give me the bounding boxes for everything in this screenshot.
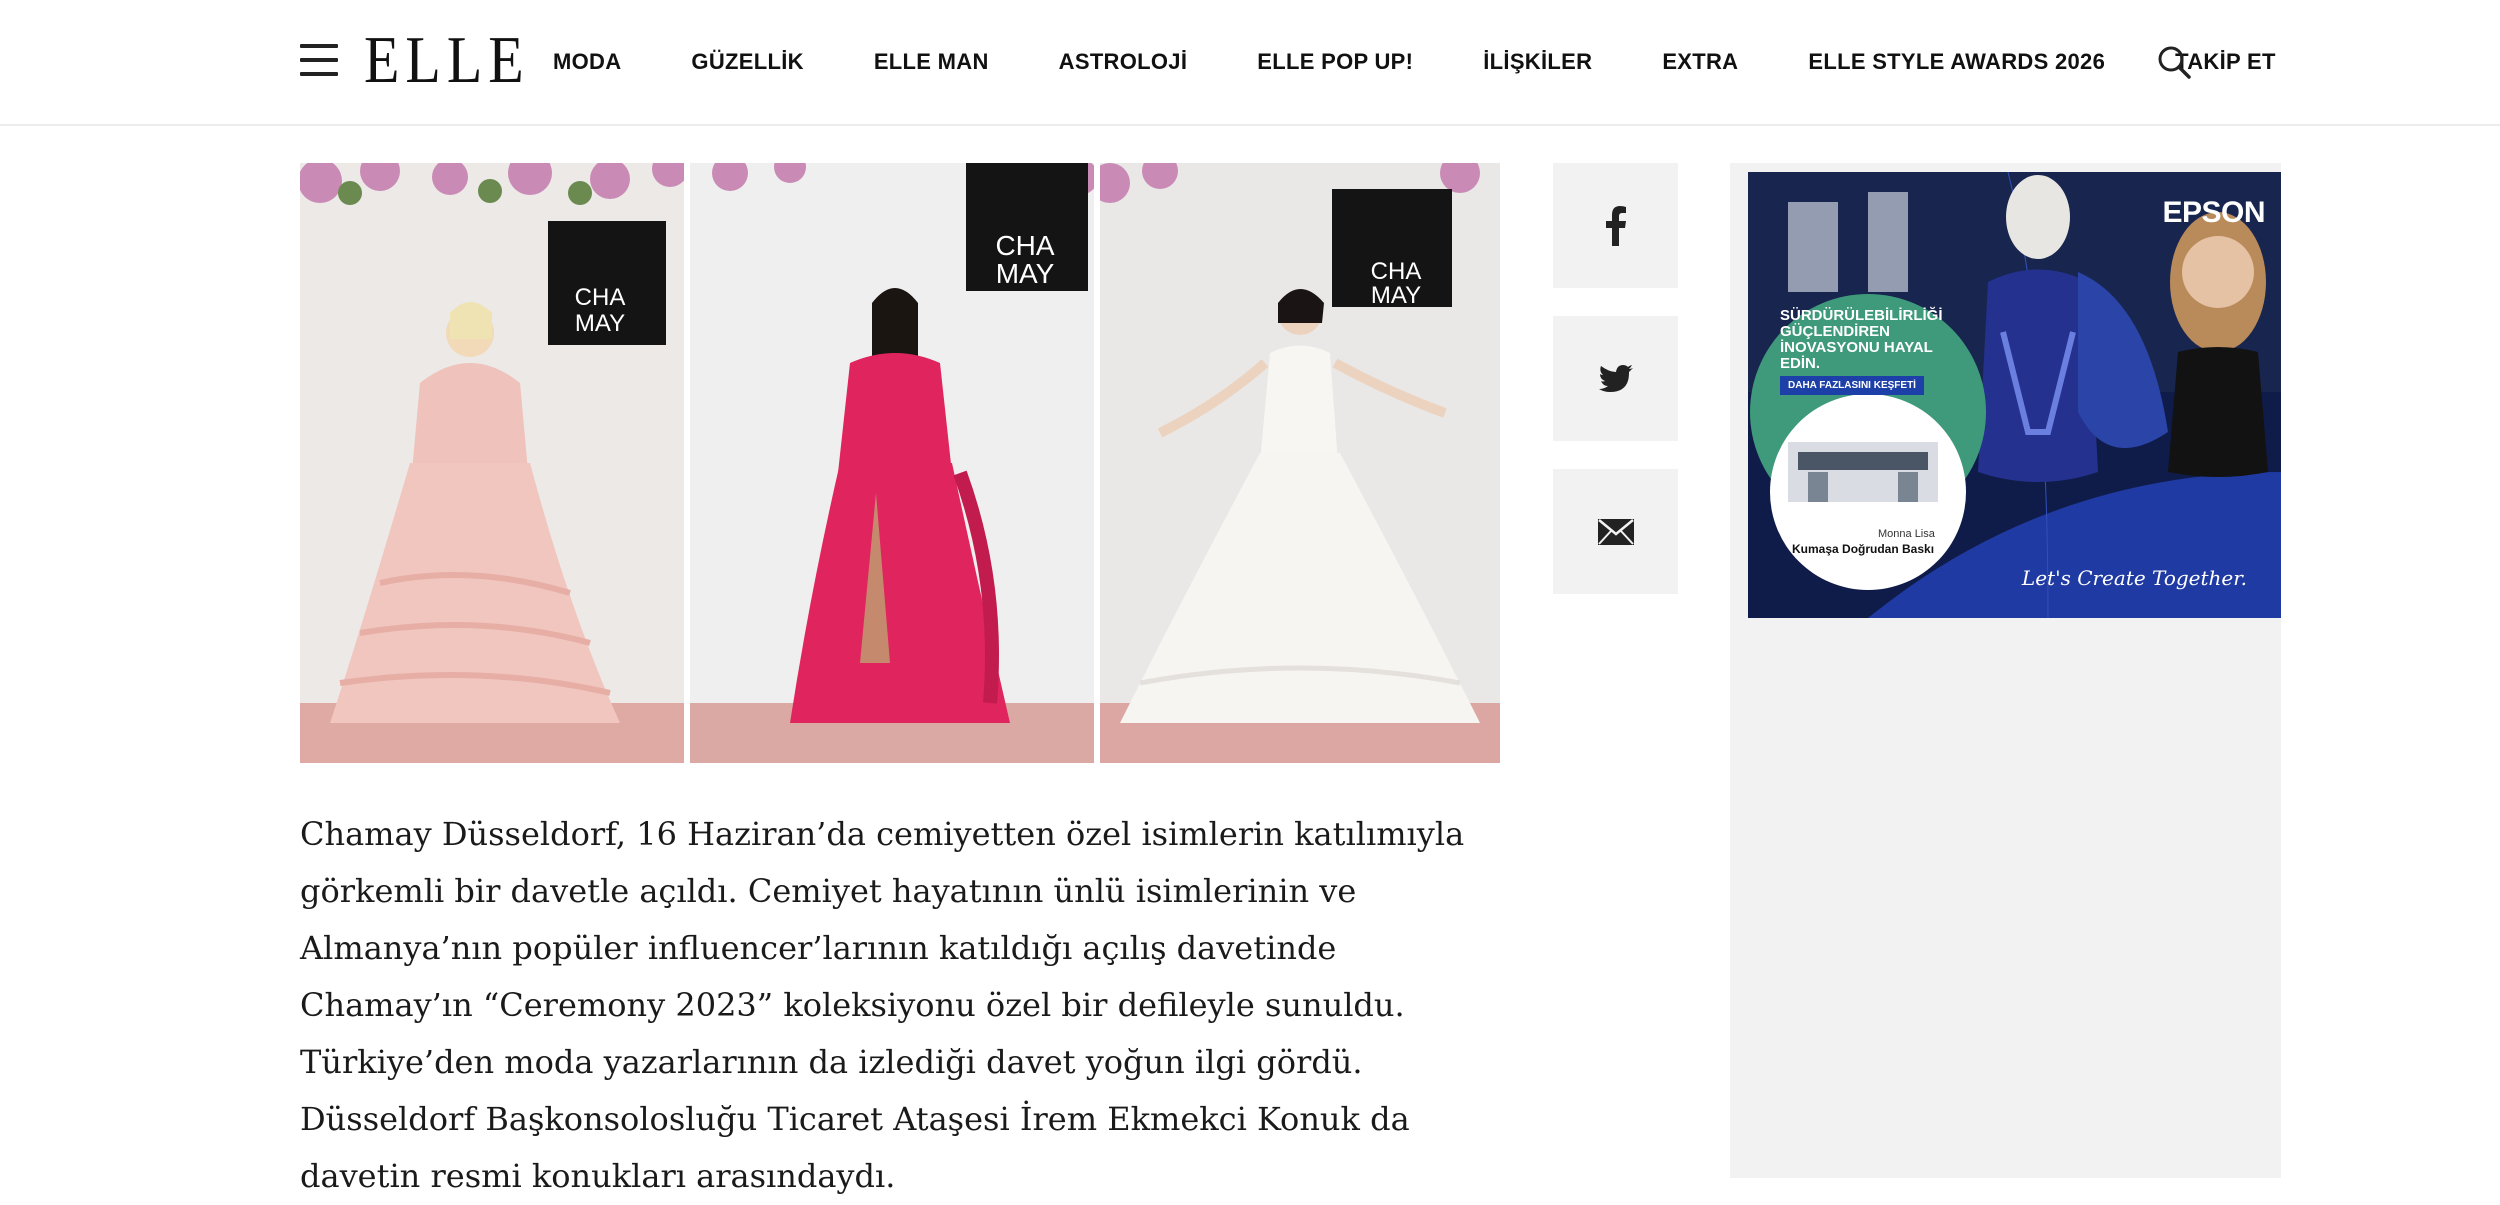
share-twitter-button[interactable] (1553, 316, 1678, 441)
main-nav: MODA GÜZELLİK ELLE MAN ASTROLOJİ ELLE PO… (553, 0, 2346, 124)
article-body: Chamay Düsseldorf, 16 Haziran’da cemiyet… (300, 806, 1510, 1205)
gallery-photo-pink-dress[interactable]: CHA MAY (300, 163, 684, 763)
ad-headline: SÜRDÜRÜLEBİLİRLİĞİ GÜÇLENDİREN İNOVASYON… (1780, 307, 1943, 372)
article-paragraph: Chamay Düsseldorf, 16 Haziran’da cemiyet… (300, 815, 1465, 1195)
sidebar: EPSON SÜRDÜRÜLEBİLİRLİĞİ GÜÇLENDİREN İNO… (1730, 163, 2281, 1178)
nav-item-extra[interactable]: EXTRA (1662, 49, 1738, 75)
nav-item-astroloji[interactable]: ASTROLOJİ (1059, 49, 1188, 75)
backdrop-logo-text: MAY (575, 310, 625, 337)
backdrop-logo-text: MAY (1371, 282, 1421, 309)
ad-cta-button[interactable]: DAHA FAZLASINI KEŞFETİ (1780, 376, 1924, 395)
ad-brand-logo: EPSON (2162, 196, 2265, 229)
elle-logo[interactable]: ELLE (364, 25, 530, 95)
epson-ad-banner[interactable]: EPSON SÜRDÜRÜLEBİLİRLİĞİ GÜÇLENDİREN İNO… (1748, 172, 2281, 618)
nav-item-elle-style-awards[interactable]: ELLE STYLE AWARDS 2026 (1808, 49, 2105, 75)
site-header: ELLE MODA GÜZELLİK ELLE MAN ASTROLOJİ EL… (0, 0, 2500, 126)
ad-tagline: Let's Create Together. (2021, 566, 2247, 590)
nav-item-iliskiler[interactable]: İLİŞKİLER (1483, 49, 1592, 75)
ad-product-name: Monna Lisa (1878, 528, 1935, 540)
menu-icon[interactable] (300, 44, 338, 76)
share-email-button[interactable] (1553, 469, 1678, 594)
share-facebook-button[interactable] (1553, 163, 1678, 288)
share-bar (1553, 163, 1678, 622)
twitter-icon (1598, 364, 1633, 392)
gallery-photo-white-dress[interactable]: CHA MAY (1100, 163, 1500, 763)
search-icon[interactable] (2156, 44, 2192, 80)
nav-item-elle-man[interactable]: ELLE MAN (874, 49, 989, 75)
backdrop-logo-text: CHA (995, 230, 1054, 261)
backdrop-logo-text: MAY (996, 258, 1055, 289)
ad-product-caption: Kumaşa Doğrudan Baskı (1792, 542, 1935, 556)
backdrop-logo-text: CHA (575, 284, 626, 311)
gallery-photo-red-dress[interactable]: CHA MAY (690, 163, 1094, 763)
hero-gallery: CHA MAY CHA MAY CHA MAY (300, 163, 1500, 763)
nav-item-guzellik[interactable]: GÜZELLİK (691, 49, 803, 75)
backdrop-logo-text: CHA (1371, 258, 1422, 285)
email-icon (1597, 518, 1634, 545)
nav-item-elle-pop-up[interactable]: ELLE POP UP! (1257, 49, 1413, 75)
facebook-icon (1605, 205, 1626, 246)
nav-item-moda[interactable]: MODA (553, 49, 621, 75)
